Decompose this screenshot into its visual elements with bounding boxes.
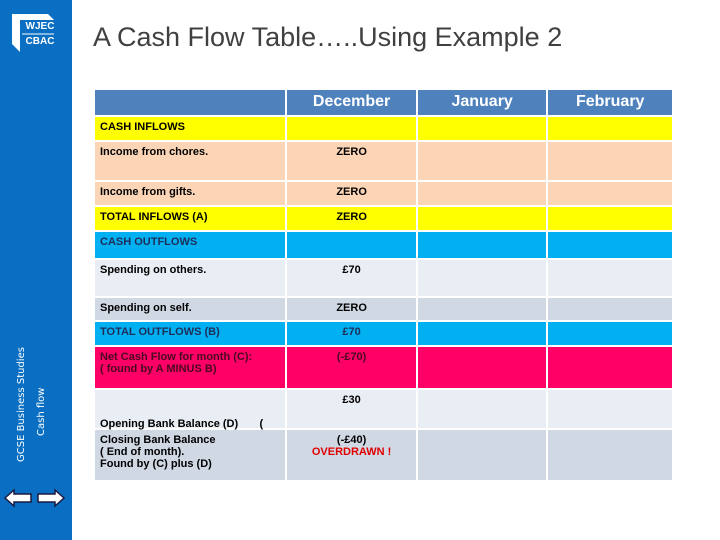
cell-february <box>548 430 672 480</box>
cell-february <box>548 142 672 180</box>
cell-december: £30 <box>287 390 416 428</box>
table-row: Income from chores. ZERO <box>95 142 672 180</box>
row-label-line2: ( found by A MINUS B) <box>100 363 217 375</box>
row-label-line1: Closing Bank Balance <box>100 434 216 446</box>
row-label: Closing Bank Balance ( End of month). Fo… <box>95 430 286 480</box>
wjec-cbac-logo: WJEC CBAC <box>10 12 58 52</box>
row-label: Opening Bank Balance (D) ( Start of mont… <box>95 390 286 466</box>
left-arrow-icon <box>3 488 32 508</box>
row-label-line3: Found by (C) plus (D) <box>100 458 212 470</box>
cell-december: ZERO <box>287 298 416 320</box>
cell-january <box>417 347 547 388</box>
row-label-line1: Net Cash Flow for month (C): <box>100 351 253 363</box>
header-blank <box>95 90 286 115</box>
cell-december: ZERO <box>287 142 416 180</box>
row-label: Spending on others. <box>95 260 286 296</box>
cell-january <box>417 207 547 230</box>
cell-january <box>417 390 547 428</box>
header-december: December <box>287 90 416 115</box>
course-label: GCSE Business Studies <box>16 347 27 462</box>
page-title: A Cash Flow Table…..Using Example 2 <box>93 22 563 52</box>
cell-january <box>417 117 547 140</box>
row-label: Income from gifts. <box>95 182 286 205</box>
cash-flow-table: December January February CASH INFLOWS I… <box>95 90 672 482</box>
logo-line2: CBAC <box>25 36 55 47</box>
row-label: CASH OUTFLOWS <box>95 232 286 258</box>
sidebar: WJEC CBAC GCSE Business Studies Cash flo… <box>0 0 72 540</box>
cell-january <box>417 298 547 320</box>
cell-december: ZERO <box>287 207 416 230</box>
cell-december <box>287 232 416 258</box>
row-label: Net Cash Flow for month (C): ( found by … <box>95 347 286 388</box>
table-row: Spending on self. ZERO <box>95 298 672 320</box>
forward-button[interactable] <box>37 488 66 508</box>
cell-january <box>417 260 547 296</box>
header-january: January <box>417 90 547 115</box>
table-row: CASH OUTFLOWS <box>95 232 672 258</box>
back-button[interactable] <box>3 488 32 508</box>
cell-february <box>548 298 672 320</box>
table-row: TOTAL INFLOWS (A) ZERO <box>95 207 672 230</box>
table-row: Opening Bank Balance (D) ( Start of mont… <box>95 390 672 466</box>
cell-february <box>548 260 672 296</box>
table-row: TOTAL OUTFLOWS (B) £70 <box>95 322 672 345</box>
cell-december: (-£40) OVERDRAWN ! <box>287 430 416 480</box>
cell-december: £70 <box>287 322 416 345</box>
cell-february <box>548 117 672 140</box>
row-label-line1: Opening Bank Balance (D) ( <box>100 418 264 430</box>
row-label: Spending on self. <box>95 298 286 320</box>
cell-december: £70 <box>287 260 416 296</box>
cell-february <box>548 322 672 345</box>
logo-line1: WJEC <box>25 21 55 32</box>
cell-january <box>417 142 547 180</box>
cell-january <box>417 182 547 205</box>
cell-february <box>548 207 672 230</box>
cell-january <box>417 232 547 258</box>
cell-january <box>417 322 547 345</box>
cell-february <box>548 390 672 428</box>
table-row: Spending on others. £70 <box>95 260 672 296</box>
topic-label: Cash flow <box>36 387 47 436</box>
closing-balance-value: (-£40) <box>336 434 367 446</box>
cell-december <box>287 117 416 140</box>
row-label: CASH INFLOWS <box>95 117 286 140</box>
table-row: CASH INFLOWS <box>95 117 672 140</box>
table-header: December January February <box>95 90 672 115</box>
row-label-line2: ( End of month). <box>100 446 185 458</box>
cell-january <box>417 430 547 480</box>
table-row: Net Cash Flow for month (C): ( found by … <box>95 347 672 388</box>
table-row: Closing Bank Balance ( End of month). Fo… <box>95 430 672 480</box>
table-row: Income from gifts. ZERO <box>95 182 672 205</box>
overdrawn-warning: OVERDRAWN ! <box>311 446 392 458</box>
cell-december: ZERO <box>287 182 416 205</box>
cell-february <box>548 182 672 205</box>
cell-february <box>548 232 672 258</box>
header-february: February <box>548 90 672 115</box>
row-label: TOTAL INFLOWS (A) <box>95 207 286 230</box>
cell-february <box>548 347 672 388</box>
right-arrow-icon <box>37 488 66 508</box>
row-label: Income from chores. <box>95 142 286 180</box>
row-label: TOTAL OUTFLOWS (B) <box>95 322 286 345</box>
cell-december: (-£70) <box>287 347 416 388</box>
